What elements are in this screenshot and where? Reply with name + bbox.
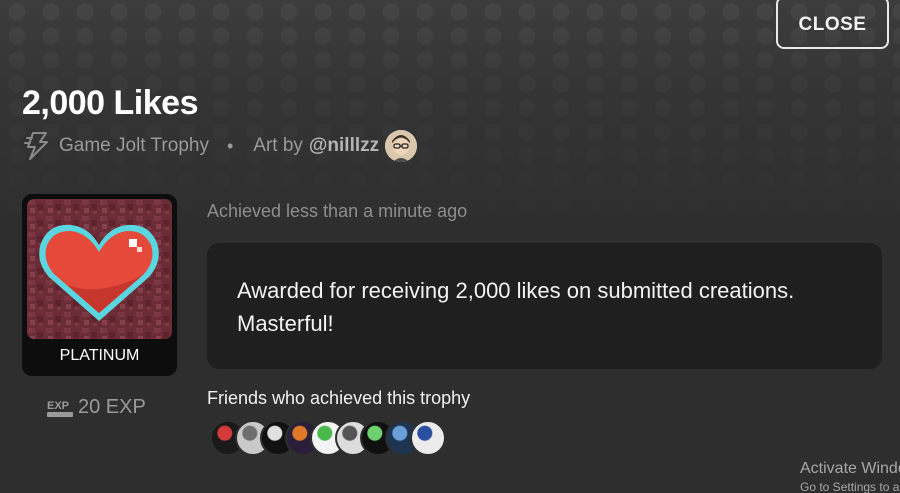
trophy-description-box: Awarded for receiving 2,000 likes on sub… [207,243,882,369]
trophy-rarity-label: PLATINUM [59,347,140,364]
trophy-image [27,199,172,339]
trophy-card: PLATINUM [22,194,177,376]
artist-avatar-image [385,130,418,162]
achieved-time: Achieved less than a minute ago [207,201,468,221]
windows-activation-watermark: Activate Windows Go to Settings to activ… [800,460,900,493]
close-button[interactable]: CLOSE [776,0,889,49]
artist-avatar[interactable] [385,130,418,162]
friends-avatar-list [210,420,450,458]
trophy-title: 2,000 Likes [22,84,198,122]
exp-reward: EXP 20 EXP [47,396,146,419]
artist-handle-link[interactable]: @nilllzz [309,135,379,157]
trophy-meta: Game Jolt Trophy • Art by @nilllzz [24,130,418,162]
svg-text:EXP: EXP [47,400,69,412]
trophy-type-label: Game Jolt Trophy [59,135,209,156]
friends-heading: Friends who achieved this trophy [207,388,471,408]
heart-icon [27,199,172,339]
bolt-icon [24,132,48,160]
art-by-label: Art by [253,135,303,156]
watermark-line-1: Activate Windows [800,460,900,477]
exp-icon: EXP [47,400,73,417]
trophy-description: Awarded for receiving 2,000 likes on sub… [237,278,795,336]
exp-value: 20 EXP [78,396,146,418]
friend-avatar[interactable] [410,420,446,456]
meta-separator: • [226,135,234,156]
watermark-line-2: Go to Settings to activate Windows. [800,480,900,493]
